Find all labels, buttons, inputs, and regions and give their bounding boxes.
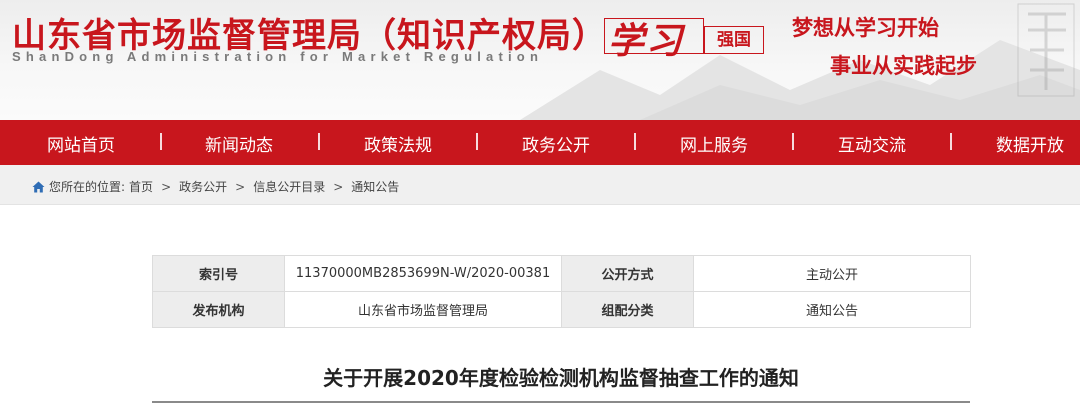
index-number-label: 索引号 <box>152 255 285 292</box>
index-number-value: 11370000MB2853699N-W/2020-00381 <box>284 255 562 292</box>
breadcrumb: 您所在的位置: 首页 > 政务公开 > 信息公开目录 > 通知公告 <box>32 178 399 195</box>
xuexi-logo-sub: 强国 <box>704 26 764 54</box>
nav-divider <box>950 133 952 150</box>
nav-item-online-service[interactable]: 网上服务 <box>680 131 748 156</box>
issuer-value: 山东省市场监督管理局 <box>284 291 562 328</box>
calligraphy-seal-decoration <box>1017 3 1075 97</box>
nav-divider <box>634 133 636 150</box>
nav-item-interaction[interactable]: 互动交流 <box>838 131 906 156</box>
home-icon <box>32 181 45 192</box>
breadcrumb-separator: > <box>235 179 246 194</box>
breadcrumb-government-affairs[interactable]: 政务公开 <box>179 178 227 195</box>
slogan-line-2: 事业从实践起步 <box>830 54 977 78</box>
header-banner: 山东省市场监督管理局（知识产权局） ShanDong Administratio… <box>0 0 1080 120</box>
nav-divider <box>318 133 320 150</box>
category-label: 组配分类 <box>561 291 694 328</box>
breadcrumb-info-catalog[interactable]: 信息公开目录 <box>253 178 325 195</box>
table-row: 索引号 11370000MB2853699N-W/2020-00381 公开方式… <box>152 255 971 292</box>
breadcrumb-separator: > <box>333 179 344 194</box>
xuexi-logo-main: 学习 <box>608 20 685 62</box>
breadcrumb-notices[interactable]: 通知公告 <box>351 178 399 195</box>
nav-item-news[interactable]: 新闻动态 <box>205 131 273 156</box>
breadcrumb-separator: > <box>161 179 172 194</box>
site-subtitle: ShanDong Administration for Market Regul… <box>12 49 544 64</box>
breadcrumb-prefix: 您所在的位置: <box>49 180 126 194</box>
category-value: 通知公告 <box>693 291 971 328</box>
nav-divider <box>792 133 794 150</box>
breadcrumb-home[interactable]: 首页 <box>129 178 153 195</box>
publicity-method-value: 主动公开 <box>693 255 971 292</box>
nav-divider <box>160 133 162 150</box>
article-title: 关于开展2020年度检验检测机构监督抽查工作的通知 <box>323 366 799 390</box>
nav-item-home[interactable]: 网站首页 <box>47 131 115 156</box>
nav-item-policy[interactable]: 政策法规 <box>364 131 432 156</box>
xuexi-qiangguo-logo[interactable]: 学习 强国 <box>604 12 768 62</box>
publicity-method-label: 公开方式 <box>561 255 694 292</box>
table-row: 发布机构 山东省市场监督管理局 组配分类 通知公告 <box>152 291 971 328</box>
nav-divider <box>476 133 478 150</box>
breadcrumb-bar: 您所在的位置: 首页 > 政务公开 > 信息公开目录 > 通知公告 <box>0 165 1080 205</box>
main-nav: 网站首页 新闻动态 政策法规 政务公开 网上服务 互动交流 数据开放 <box>0 120 1080 165</box>
issuer-label: 发布机构 <box>152 291 285 328</box>
slogan-line-1: 梦想从学习开始 <box>792 16 939 40</box>
nav-item-government-affairs[interactable]: 政务公开 <box>522 131 590 156</box>
title-divider <box>152 401 970 403</box>
nav-item-open-data[interactable]: 数据开放 <box>996 131 1064 156</box>
document-info-table: 索引号 11370000MB2853699N-W/2020-00381 公开方式… <box>152 255 971 328</box>
